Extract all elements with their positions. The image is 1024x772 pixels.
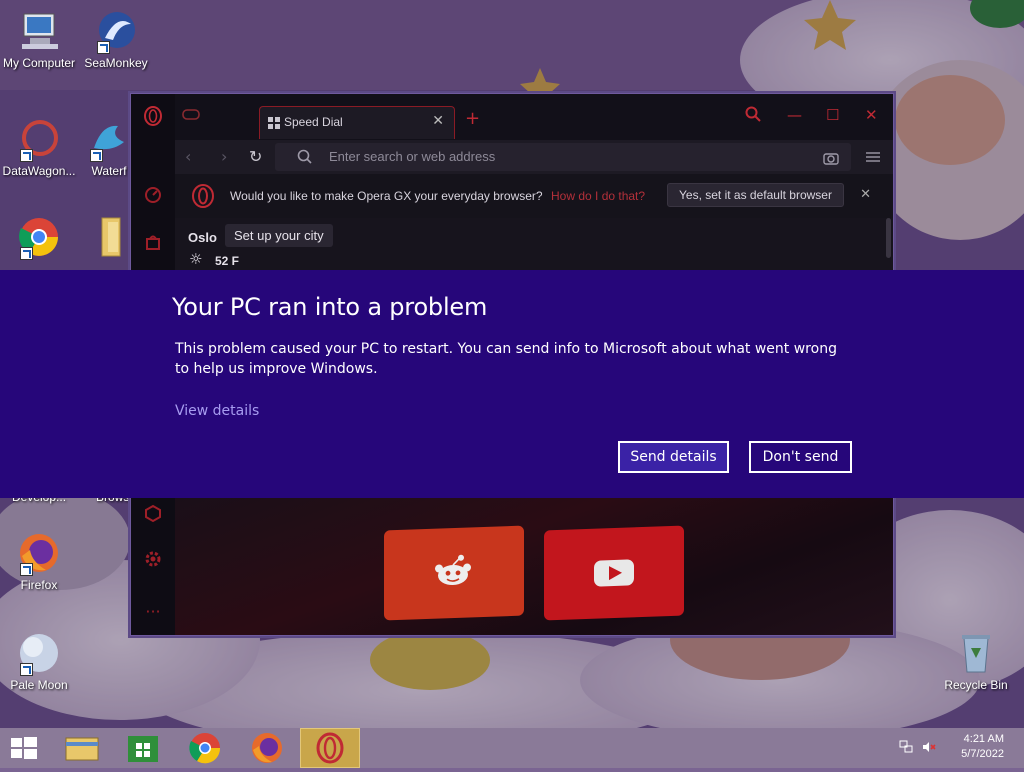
- palemoon-icon: [18, 632, 60, 676]
- desktop-icon-label: DataWagon...: [2, 164, 76, 178]
- opera-logo-icon[interactable]: [143, 106, 163, 126]
- search-icon: [297, 149, 313, 169]
- sun-icon: ☼: [189, 250, 203, 268]
- address-bar[interactable]: Enter search or web address: [275, 143, 851, 171]
- desktop-icon-firefox[interactable]: Firefox: [0, 532, 81, 592]
- reddit-icon: [435, 554, 471, 586]
- store-icon: [128, 736, 158, 762]
- desktop-icon-datawagon[interactable]: DataWagon...: [0, 118, 81, 178]
- set-city-button[interactable]: Set up your city: [225, 224, 333, 247]
- shortcut-arrow-icon: [20, 149, 33, 162]
- clock-date: 5/7/2022: [961, 748, 1004, 760]
- search-tabs-icon[interactable]: [745, 106, 761, 126]
- opera-tab-bar: Speed Dial ✕ + — ☐ ✕: [175, 94, 893, 140]
- close-banner-icon[interactable]: ✕: [860, 187, 871, 202]
- error-dialog: Your PC ran into a problem This problem …: [0, 270, 1024, 498]
- speed-dial-reddit[interactable]: [384, 525, 524, 621]
- cube-icon[interactable]: [143, 503, 163, 523]
- volume-muted-icon[interactable]: [922, 740, 936, 754]
- taskbar: 4:21 AM 5/7/2022: [0, 728, 1024, 768]
- maximize-icon[interactable]: ☐: [826, 106, 839, 124]
- gamepad-icon[interactable]: [181, 106, 201, 126]
- datawagon-icon: [18, 118, 60, 162]
- send-details-button[interactable]: Send details: [618, 441, 729, 473]
- taskbar-firefox[interactable]: [238, 728, 298, 768]
- close-window-icon[interactable]: ✕: [865, 106, 878, 124]
- minimize-icon[interactable]: —: [787, 106, 802, 124]
- back-icon[interactable]: ‹: [185, 147, 191, 166]
- opera-toolbar: ‹ › ↻ Enter search or web address: [175, 140, 893, 174]
- windows-logo-icon: [11, 737, 37, 759]
- desktop-icon-recycle-bin[interactable]: Recycle Bin: [934, 632, 1018, 692]
- banner-question: Would you like to make Opera GX your eve…: [230, 189, 543, 203]
- camera-icon[interactable]: [823, 150, 839, 169]
- taskbar-chrome[interactable]: [176, 728, 236, 768]
- desktop-icon-pale-moon[interactable]: Pale Moon: [0, 632, 81, 692]
- set-default-button[interactable]: Yes, set it as default browser: [667, 183, 844, 207]
- error-title: Your PC ran into a problem: [172, 293, 488, 321]
- seamonkey-icon: [95, 10, 137, 54]
- address-placeholder: Enter search or web address: [329, 149, 496, 164]
- folder-icon: [65, 737, 99, 761]
- taskbar-clock[interactable]: 4:21 AM 5/7/2022: [961, 732, 1004, 762]
- desktop-icon-label: Recycle Bin: [944, 678, 1008, 692]
- opera-gx-icon: [316, 732, 344, 764]
- start-button[interactable]: [0, 728, 60, 768]
- desktop-icon-my-computer[interactable]: My Computer: [0, 10, 81, 70]
- city-name: Oslo: [188, 230, 217, 245]
- taskbar-opera-gx[interactable]: [300, 728, 360, 768]
- scrollbar[interactable]: [886, 218, 891, 258]
- taskbar-store[interactable]: [114, 728, 174, 768]
- shortcut-arrow-icon: [20, 563, 33, 576]
- opera-logo-icon: [191, 184, 215, 212]
- new-tab-icon[interactable]: +: [465, 108, 480, 129]
- settings-gear-icon[interactable]: [143, 549, 163, 569]
- desktop-icon-label: Pale Moon: [10, 678, 68, 692]
- desktop-icon-chrome[interactable]: [0, 216, 81, 262]
- default-browser-banner: Would you like to make Opera GX your eve…: [175, 174, 893, 218]
- error-message: This problem caused your PC to restart. …: [175, 341, 837, 377]
- speedometer-icon[interactable]: [143, 184, 163, 204]
- reload-icon[interactable]: ↻: [249, 147, 262, 166]
- tab-speed-dial[interactable]: Speed Dial ✕: [259, 106, 455, 139]
- easy-setup-icon[interactable]: [865, 149, 881, 168]
- desktop-icon-label: Firefox: [20, 578, 58, 592]
- chrome-icon: [18, 216, 60, 260]
- taskbar-file-explorer[interactable]: [52, 728, 112, 768]
- desktop-icon-label: SeaMonkey: [84, 56, 148, 70]
- tab-close-icon[interactable]: ✕: [432, 113, 444, 129]
- desktop-icon-label: My Computer: [2, 56, 76, 70]
- shopping-bag-icon[interactable]: [143, 232, 163, 252]
- chrome-icon: [189, 733, 221, 764]
- shortcut-arrow-icon: [97, 41, 110, 54]
- dont-send-button[interactable]: Don't send: [749, 441, 852, 473]
- forward-icon[interactable]: ›: [221, 147, 227, 166]
- desktop-icon-seamonkey[interactable]: SeaMonkey: [74, 10, 158, 70]
- folder-icon: [88, 216, 130, 258]
- recycle-bin-icon: [955, 632, 997, 674]
- shortcut-arrow-icon: [20, 663, 33, 676]
- speed-dial-youtube[interactable]: [544, 525, 684, 621]
- view-details-link[interactable]: View details: [175, 403, 259, 419]
- network-icon[interactable]: [899, 740, 913, 754]
- shortcut-arrow-icon: [90, 149, 103, 162]
- shortcut-arrow-icon: [20, 247, 33, 260]
- temperature: 52 F: [215, 254, 240, 268]
- speed-dial-area: [175, 498, 893, 635]
- computer-icon: [18, 10, 60, 52]
- speed-dial-grid-icon: [268, 117, 280, 129]
- waterfox-icon: [88, 118, 130, 162]
- firefox-icon: [18, 532, 60, 576]
- youtube-icon: [594, 559, 634, 587]
- tab-label: Speed Dial: [284, 115, 343, 129]
- more-options-icon[interactable]: ···: [143, 602, 163, 622]
- clock-time: 4:21 AM: [963, 733, 1004, 745]
- how-do-i-link[interactable]: How do I do that?: [551, 189, 645, 203]
- firefox-icon: [252, 733, 282, 763]
